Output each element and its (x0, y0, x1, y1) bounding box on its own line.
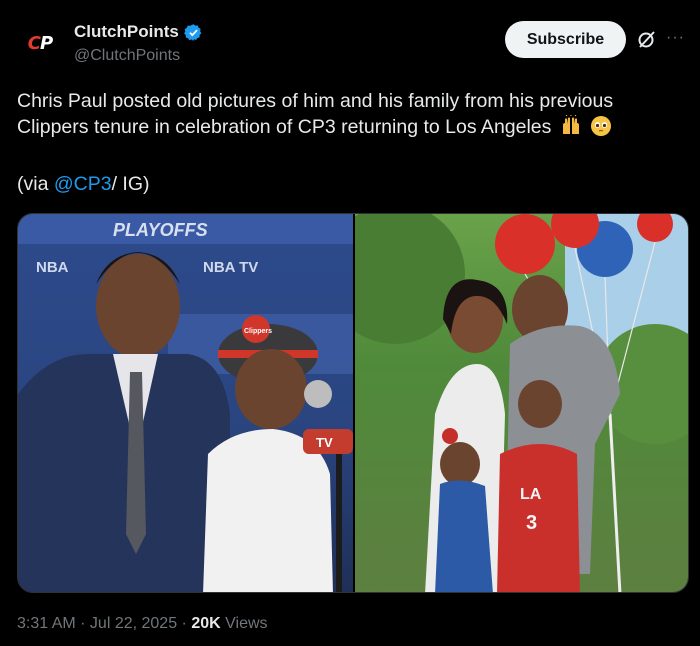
views-label: Views (225, 615, 268, 632)
tweet-text-line-1: Chris Paul posted old pictures of him an… (17, 90, 614, 112)
raised-hands-emoji-icon (560, 114, 582, 144)
more-options-icon[interactable]: ··· (666, 28, 690, 50)
subscribe-button[interactable]: Subscribe (505, 21, 626, 58)
tweet-meta: 3:31 AM · Jul 22, 2025 · 20K Views (17, 615, 268, 633)
jersey-number: 3 (526, 512, 537, 534)
verified-badge-icon[interactable] (184, 23, 203, 42)
views-count: 20K (191, 615, 221, 632)
mic-flag-text: TV (316, 435, 333, 450)
backdrop-nbatv-text: NBA TV (203, 259, 258, 276)
tweet-text: Chris Paul posted old pictures of him an… (17, 88, 677, 144)
backdrop-banner-text: PLAYOFFS (113, 220, 208, 240)
tweet-text-line-2-text: Clippers tenure in celebration of CP3 re… (17, 116, 552, 138)
clutchpoints-logo: CP (27, 32, 53, 54)
author-handle[interactable]: @ClutchPoints (74, 47, 180, 65)
tweet-text-line-2: Clippers tenure in celebration of CP3 re… (17, 114, 677, 144)
media-grid: PLAYOFFS NBA NBA TV Clippers TV LA 3 (17, 213, 689, 593)
post-date[interactable]: Jul 22, 2025 (90, 615, 177, 632)
post-time[interactable]: 3:31 AM (17, 615, 76, 632)
via-credit: (via @CP3/ IG) (17, 173, 150, 196)
cap-logo-text: Clippers (244, 328, 272, 335)
avatar[interactable]: CP (17, 26, 63, 60)
jersey-text: LA (520, 486, 542, 503)
via-prefix: (via (17, 173, 54, 195)
author-name-row: ClutchPoints (74, 22, 203, 42)
mention-link[interactable]: @CP3 (54, 173, 112, 195)
teary-face-emoji-icon (590, 115, 612, 144)
meta-separator: · (177, 615, 192, 632)
display-name[interactable]: ClutchPoints (74, 22, 179, 42)
photo-family-balloons[interactable]: LA 3 (325, 214, 688, 592)
photo-press-conference[interactable]: PLAYOFFS NBA NBA TV Clippers TV (18, 214, 353, 592)
grok-icon[interactable] (636, 28, 658, 50)
via-suffix: / IG) (111, 173, 150, 195)
meta-separator: · (75, 615, 90, 632)
tweet-card: CP ClutchPoints @ClutchPoints Subscribe … (0, 0, 700, 646)
backdrop-nba-text: NBA (36, 259, 69, 276)
